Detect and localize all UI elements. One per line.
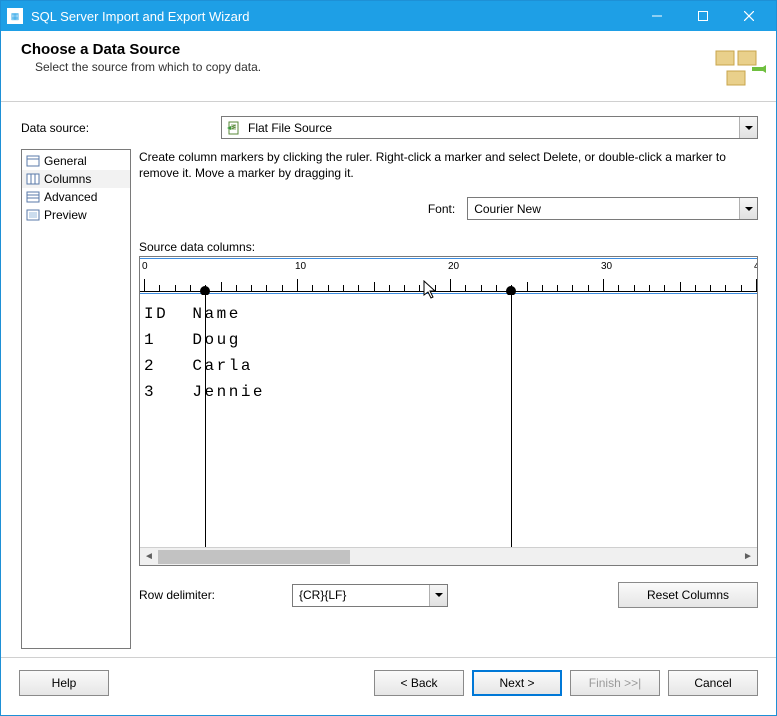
- columns-icon: [26, 172, 40, 186]
- minimize-button[interactable]: [634, 1, 680, 31]
- row-delimiter-label: Row delimiter:: [139, 588, 284, 602]
- column-ruler-panel[interactable]: 0 10 20 30 40 ID Name 1 Doug 2 Carla 3 Jenni…: [139, 256, 758, 566]
- title-bar: ▦ SQL Server Import and Export Wizard: [1, 1, 776, 31]
- sidebar-item-general[interactable]: General: [22, 152, 130, 170]
- row-delimiter-dropdown[interactable]: {CR}{LF}: [292, 584, 448, 607]
- chevron-down-icon[interactable]: [429, 585, 447, 606]
- back-button[interactable]: < Back: [374, 670, 464, 696]
- sidebar-item-label: General: [44, 154, 87, 168]
- ruler-label: 20: [448, 261, 459, 272]
- preview-icon: [26, 208, 40, 222]
- scroll-right-icon[interactable]: ►: [739, 548, 757, 565]
- window-title: SQL Server Import and Export Wizard: [31, 9, 634, 24]
- flat-file-icon: [226, 120, 242, 136]
- help-button[interactable]: Help: [19, 670, 109, 696]
- page-subtitle: Select the source from which to copy dat…: [35, 60, 710, 74]
- chevron-down-icon[interactable]: [739, 198, 757, 219]
- sidebar-item-preview[interactable]: Preview: [22, 206, 130, 224]
- general-icon: [26, 154, 40, 168]
- sidebar-item-columns[interactable]: Columns: [22, 170, 130, 188]
- wizard-logo-icon: [710, 41, 766, 97]
- data-source-value: Flat File Source: [246, 121, 739, 135]
- chevron-down-icon[interactable]: [739, 117, 757, 138]
- data-source-label: Data source:: [21, 121, 221, 135]
- page-title: Choose a Data Source: [21, 41, 710, 58]
- advanced-icon: [26, 190, 40, 204]
- preview-text: ID Name 1 Doug 2 Carla 3 Jennie: [140, 295, 757, 405]
- maximize-button[interactable]: [680, 1, 726, 31]
- font-value: Courier New: [468, 202, 739, 216]
- ruler-label: 30: [601, 261, 612, 272]
- instructions-text: Create column markers by clicking the ru…: [139, 149, 758, 181]
- wizard-header: Choose a Data Source Select the source f…: [1, 31, 776, 102]
- sidebar-item-label: Advanced: [44, 190, 97, 204]
- row-delimiter-value: {CR}{LF}: [293, 588, 429, 602]
- side-nav: General Columns Advanced Preview: [21, 149, 131, 649]
- close-button[interactable]: [726, 1, 772, 31]
- horizontal-scrollbar[interactable]: ◄ ►: [140, 547, 757, 565]
- reset-columns-button[interactable]: Reset Columns: [618, 582, 758, 608]
- wizard-footer: Help < Back Next > Finish >>| Cancel: [1, 657, 776, 708]
- column-marker-line: [205, 295, 206, 547]
- sidebar-item-advanced[interactable]: Advanced: [22, 188, 130, 206]
- ruler-label: 10: [295, 261, 306, 272]
- window-controls: [634, 1, 772, 31]
- font-label: Font:: [428, 202, 455, 216]
- ruler-label: 0: [142, 261, 148, 272]
- font-dropdown[interactable]: Courier New: [467, 197, 758, 220]
- data-source-dropdown[interactable]: Flat File Source: [221, 116, 758, 139]
- column-marker-line: [511, 295, 512, 547]
- sidebar-item-label: Preview: [44, 208, 87, 222]
- cancel-button[interactable]: Cancel: [668, 670, 758, 696]
- sidebar-item-label: Columns: [44, 172, 91, 186]
- scroll-left-icon[interactable]: ◄: [140, 548, 158, 565]
- app-icon: ▦: [7, 8, 23, 24]
- next-button[interactable]: Next >: [472, 670, 562, 696]
- ruler-label: 40: [754, 261, 758, 272]
- scroll-thumb[interactable]: [158, 550, 350, 564]
- preview-pane: ID Name 1 Doug 2 Carla 3 Jennie: [140, 295, 757, 547]
- ruler[interactable]: 0 10 20 30 40: [140, 260, 757, 292]
- source-columns-label: Source data columns:: [139, 240, 758, 254]
- finish-button: Finish >>|: [570, 670, 660, 696]
